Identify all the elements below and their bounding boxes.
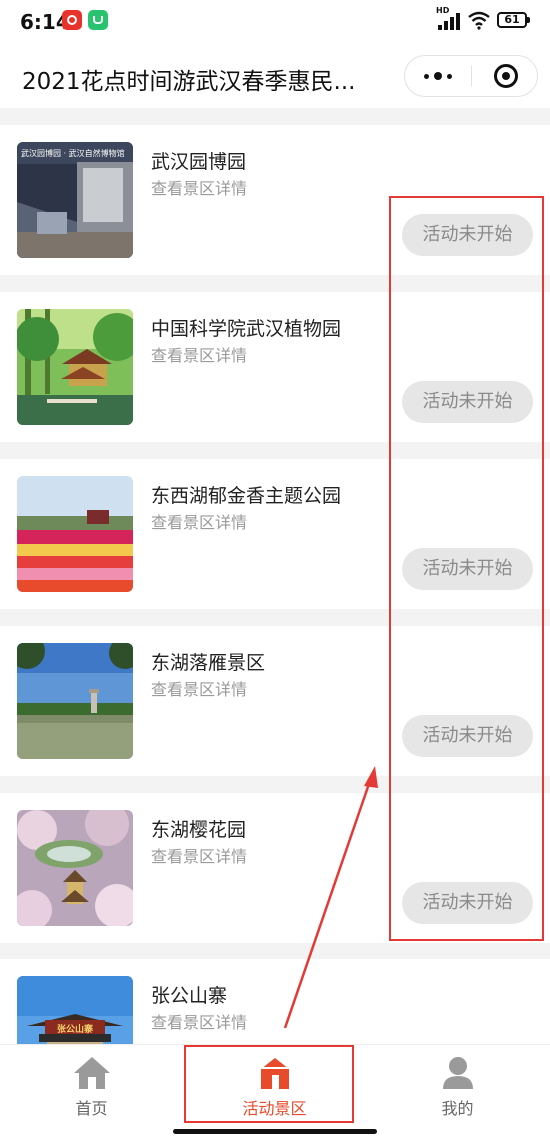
navigation-bar: 2021花点时间游武汉春季惠民... (0, 44, 550, 108)
view-details-link[interactable]: 查看景区详情 (151, 509, 247, 533)
home-icon (73, 1057, 110, 1089)
tab-profile[interactable]: 我的 (366, 1045, 549, 1125)
wifi-icon (468, 11, 490, 30)
scenic-thumbnail (17, 643, 133, 759)
activity-status-button[interactable]: 活动未开始 (402, 715, 533, 757)
profile-icon (442, 1057, 473, 1089)
scenic-list[interactable]: 武汉园博园 · 武汉自然博物馆 武汉园博园 查看景区详情 活动未开始 中国科学院… (0, 108, 550, 1044)
tab-label: 首页 (75, 1099, 108, 1118)
scenic-name: 东西湖郁金香主题公园 (151, 485, 342, 507)
view-details-link[interactable]: 查看景区详情 (151, 342, 247, 366)
list-item[interactable]: 张公山寨 张公山寨 查看景区详情 (0, 959, 550, 1044)
view-details-link[interactable]: 查看景区详情 (151, 676, 247, 700)
scenic-name: 中国科学院武汉植物园 (151, 318, 342, 340)
scenic-thumbnail: 张公山寨 (17, 976, 133, 1044)
scenic-name: 张公山寨 (151, 985, 228, 1007)
tab-home[interactable]: 首页 (0, 1045, 183, 1125)
tab-label: 我的 (441, 1099, 474, 1118)
tab-label: 活动景区 (242, 1099, 307, 1118)
home-indicator (173, 1129, 377, 1134)
signal-icon (438, 12, 462, 30)
list-item[interactable]: 中国科学院武汉植物园 查看景区详情 活动未开始 (0, 292, 550, 442)
scenic-thumbnail (17, 476, 133, 592)
list-item[interactable]: 东西湖郁金香主题公园 查看景区详情 活动未开始 (0, 459, 550, 609)
close-mini-program-button[interactable] (472, 56, 538, 96)
list-item[interactable]: 东湖樱花园 查看景区详情 活动未开始 (0, 793, 550, 943)
netease-music-icon (62, 10, 82, 30)
scenic-thumbnail (17, 309, 133, 425)
view-details-link[interactable]: 查看景区详情 (151, 1009, 247, 1033)
thumb-caption: 张公山寨 (57, 1025, 94, 1035)
scenic-name: 武汉园博园 (151, 151, 247, 173)
view-details-link[interactable]: 查看景区详情 (151, 175, 247, 199)
scenic-name: 东湖落雁景区 (151, 652, 266, 674)
view-details-link[interactable]: 查看景区详情 (151, 843, 247, 867)
scenic-thumbnail (17, 810, 133, 926)
activity-status-button[interactable]: 活动未开始 (402, 214, 533, 256)
mini-program-capsule (404, 55, 538, 97)
more-options-button[interactable] (405, 56, 471, 96)
thumb-caption: 武汉园博园 · 武汉自然博物馆 (21, 149, 125, 158)
scenic-thumbnail: 武汉园博园 · 武汉自然博物馆 (17, 142, 133, 258)
list-item[interactable]: 武汉园博园 · 武汉自然博物馆 武汉园博园 查看景区详情 活动未开始 (0, 125, 550, 275)
page-title: 2021花点时间游武汉春季惠民... (22, 69, 356, 95)
mi-app-icon (88, 10, 108, 30)
scenic-name: 东湖樱花园 (151, 819, 247, 841)
scenic-area-icon (260, 1058, 289, 1089)
tab-scenic-areas[interactable]: 活动景区 (183, 1045, 366, 1125)
tab-bar: 首页 活动景区 我的 (0, 1044, 550, 1142)
activity-status-button[interactable]: 活动未开始 (402, 381, 533, 423)
battery-indicator: 61 (497, 12, 530, 28)
activity-status-button[interactable]: 活动未开始 (402, 882, 533, 924)
list-item[interactable]: 东湖落雁景区 查看景区详情 活动未开始 (0, 626, 550, 776)
status-bar: 6:14 HD 61 (0, 0, 550, 44)
activity-status-button[interactable]: 活动未开始 (402, 548, 533, 590)
